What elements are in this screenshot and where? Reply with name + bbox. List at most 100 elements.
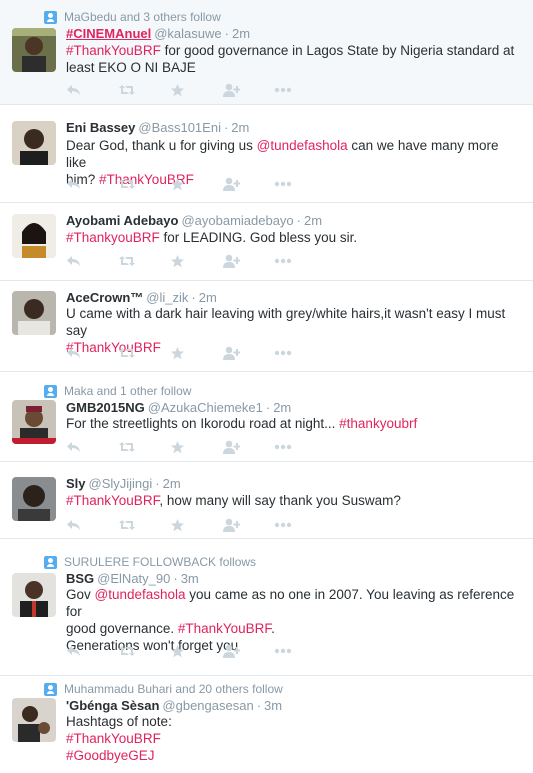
retweet-icon[interactable] [118, 176, 170, 192]
hashtag-link[interactable]: #ThankYouBRF [66, 493, 159, 508]
avatar[interactable] [12, 28, 56, 72]
hashtag-link[interactable]: #thankyoubrf [339, 416, 417, 431]
more-icon[interactable] [274, 517, 326, 533]
screen-name[interactable]: @Bass101Eni [138, 120, 221, 135]
follow-icon[interactable] [222, 345, 274, 361]
screen-name[interactable]: @ElNaty_90 [97, 571, 170, 586]
more-icon[interactable] [274, 643, 326, 659]
favorite-icon[interactable] [170, 176, 222, 192]
reply-icon[interactable] [66, 176, 118, 192]
tweet[interactable]: MaGbedu and 3 others follow #CINEMAnuel @… [0, 0, 533, 105]
retweet-icon[interactable] [118, 439, 170, 455]
tweet[interactable]: AceCrown™ @li_zik · 2m U came with a dark h… [0, 281, 533, 372]
tweet[interactable]: Muhammadu Buhari and 20 others follow 'G… [0, 676, 533, 773]
mention-link[interactable]: @tundefashola [257, 138, 348, 153]
hashtag-link[interactable]: #GoodbyeGEJ [66, 748, 155, 763]
text-segment: for LEADING. God bless you sir. [159, 230, 358, 245]
follow-icon[interactable] [222, 176, 274, 192]
screen-name[interactable]: @ayobamiadebayo [181, 213, 293, 228]
display-name[interactable]: Sly [66, 476, 86, 491]
tweet-actions [66, 643, 326, 659]
reply-icon[interactable] [66, 643, 118, 659]
retweet-icon[interactable] [118, 82, 170, 98]
tweet[interactable]: Ayobami Adebayo @ayobamiadebayo · 2m #Thank… [0, 203, 533, 281]
reply-icon[interactable] [66, 439, 118, 455]
screen-name[interactable]: @SlyJijingi [89, 476, 153, 491]
tweet-text-line: #GoodbyeGEJ [66, 747, 516, 764]
retweet-icon[interactable] [118, 253, 170, 269]
favorite-icon[interactable] [170, 345, 222, 361]
retweet-icon[interactable] [118, 517, 170, 533]
screen-name[interactable]: @AzukaChiemeke1 [148, 400, 263, 415]
timestamp[interactable]: 2m [163, 476, 181, 491]
display-name[interactable]: #CINEMAnuel [66, 26, 151, 41]
more-icon[interactable] [274, 345, 326, 361]
screen-name[interactable]: @kalasuwe [154, 26, 221, 41]
avatar[interactable] [12, 400, 56, 444]
favorite-icon[interactable] [170, 82, 222, 98]
reply-icon[interactable] [66, 253, 118, 269]
tweet-text: #ThankYouBRF for good governance in Lago… [66, 42, 516, 76]
timestamp[interactable]: 2m [273, 400, 291, 415]
more-icon[interactable] [274, 253, 326, 269]
retweet-icon[interactable] [118, 643, 170, 659]
hashtag-link[interactable]: #ThankYouBRF [66, 43, 161, 58]
hashtag-link[interactable]: #ThankyouBRF [66, 230, 160, 245]
tweet-header: Sly @SlyJijingi · 2m [66, 476, 181, 491]
tweet-text-line: #ThankYouBRF for good governance in Lago… [66, 42, 516, 59]
more-icon[interactable] [274, 176, 326, 192]
more-icon[interactable] [274, 439, 326, 455]
timestamp[interactable]: 3m [181, 571, 199, 586]
hashtag-link[interactable]: #ThankYouBRF [178, 621, 271, 636]
display-name[interactable]: Eni Bassey [66, 120, 135, 135]
tweet[interactable]: Eni Bassey @Bass101Eni · 2m Dear God, thank… [0, 105, 533, 203]
favorite-icon[interactable] [170, 643, 222, 659]
avatar[interactable] [12, 698, 56, 742]
mention-link[interactable]: @tundefashola [95, 587, 186, 602]
timestamp[interactable]: 2m [304, 213, 322, 228]
follow-icon[interactable] [222, 253, 274, 269]
tweet[interactable]: Maka and 1 other follow GMB2015NG @AzukaC… [0, 372, 533, 462]
avatar[interactable] [12, 291, 56, 335]
screen-name[interactable]: @li_zik [146, 290, 188, 305]
display-name[interactable]: 'Gbénga Sèsan [66, 698, 159, 713]
tweet-text-line: For the streetlights on Ikorodu road at … [66, 415, 516, 432]
favorite-icon[interactable] [170, 439, 222, 455]
display-name[interactable]: Ayobami Adebayo [66, 213, 178, 228]
tweet[interactable]: Sly @SlyJijingi · 2m #ThankYouBRF, how many… [0, 462, 533, 539]
reply-icon[interactable] [66, 517, 118, 533]
timestamp[interactable]: 2m [232, 26, 250, 41]
avatar[interactable] [12, 214, 56, 258]
display-name[interactable]: GMB2015NG [66, 400, 145, 415]
reply-icon[interactable] [66, 345, 118, 361]
favorite-icon[interactable] [170, 253, 222, 269]
reply-icon[interactable] [66, 82, 118, 98]
text-segment: U came with a dark hair leaving with gre… [66, 306, 506, 338]
tweet-actions [66, 439, 326, 455]
follow-context: SURULERE FOLLOWBACK follows [44, 555, 256, 569]
retweet-icon[interactable] [118, 345, 170, 361]
follow-icon[interactable] [222, 517, 274, 533]
text-segment: Hashtags of note: [66, 714, 172, 729]
follow-icon[interactable] [222, 439, 274, 455]
more-icon[interactable] [274, 82, 326, 98]
tweet-header: GMB2015NG @AzukaChiemeke1 · 2m [66, 400, 292, 415]
tweet[interactable]: SURULERE FOLLOWBACK follows BSG @ElNaty_9… [0, 539, 533, 676]
avatar[interactable] [12, 573, 56, 617]
timestamp[interactable]: 2m [199, 290, 217, 305]
avatar[interactable] [12, 477, 56, 521]
favorite-icon[interactable] [170, 517, 222, 533]
text-segment: , how many will say thank you Suswam? [159, 493, 401, 508]
display-name[interactable]: BSG [66, 571, 94, 586]
display-name[interactable]: AceCrown™ [66, 290, 143, 305]
hashtag-link[interactable]: #ThankYouBRF [66, 731, 161, 746]
avatar[interactable] [12, 121, 56, 165]
avatar-image [12, 477, 56, 521]
tweet-text: #ThankYouBRF, how many will say thank yo… [66, 492, 516, 509]
screen-name[interactable]: @gbengasesan [162, 698, 253, 713]
timestamp[interactable]: 2m [231, 120, 249, 135]
follow-context: Muhammadu Buhari and 20 others follow [44, 682, 283, 696]
follow-icon[interactable] [222, 82, 274, 98]
timestamp[interactable]: 3m [264, 698, 282, 713]
follow-icon[interactable] [222, 643, 274, 659]
